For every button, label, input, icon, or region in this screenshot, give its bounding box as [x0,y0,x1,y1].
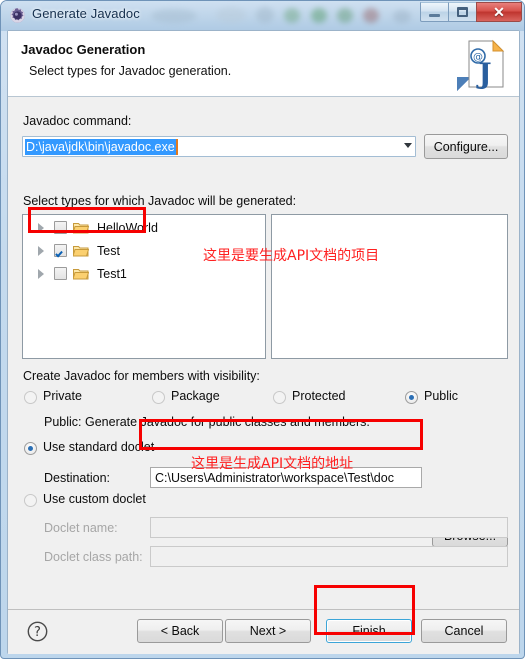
svg-text:J: J [475,57,491,90]
folder-icon [72,221,90,234]
radio-package-label: Package [171,389,220,403]
visibility-label: Create Javadoc for members with visibili… [23,369,260,383]
destination-label: Destination: [44,471,111,485]
radio-protected-label: Protected [292,389,346,403]
radio-public[interactable] [405,391,418,404]
select-types-label: Select types for which Javadoc will be g… [23,194,297,208]
close-button[interactable]: ✕ [476,2,522,22]
radio-private[interactable] [24,391,37,404]
next-button[interactable]: Next > [225,619,311,643]
radio-standard-doclet[interactable] [24,442,37,455]
radio-standard-doclet-label: Use standard doclet [43,440,155,454]
tree-item-helloworld[interactable]: HelloWorld [23,217,267,238]
chevron-down-icon[interactable] [404,143,412,148]
javadoc-page-icon: @ J [455,37,509,91]
cancel-button[interactable]: Cancel [421,619,507,643]
back-button[interactable]: < Back [137,619,223,643]
titlebar: Generate Javadoc ✕ [1,1,524,30]
wizard-banner: Javadoc Generation Select types for Java… [8,31,519,97]
visibility-description: Public: Generate Javadoc for public clas… [44,415,370,429]
expand-arrow-icon[interactable] [35,245,47,256]
radio-package[interactable] [152,391,165,404]
types-members-panel[interactable] [271,214,508,359]
window-controls: ✕ [420,2,522,22]
tree-item-label: Test [97,243,120,258]
radio-public-label: Public [424,389,459,403]
radio-private-label: Private [43,389,82,403]
tree-item-test1[interactable]: Test1 [23,263,267,284]
tree-item-checkbox[interactable] [54,267,67,280]
radio-custom-doclet[interactable] [24,494,37,507]
configure-button[interactable]: Configure... [424,134,508,159]
maximize-button[interactable] [448,2,477,22]
javadoc-gear-icon [9,7,26,24]
generate-javadoc-dialog: Generate Javadoc ✕ Javadoc Generation Se… [0,0,525,659]
wizard-content: Javadoc command: D:\java\jdk\bin\javadoc… [8,98,519,608]
button-bar: ? < Back Next > Finish Cancel [8,610,519,654]
radio-protected[interactable] [273,391,286,404]
dialog-client: Javadoc Generation Select types for Java… [7,30,520,654]
annotation-text-destination: 这里是生成API文档的地址 [191,456,354,472]
svg-text:?: ? [34,625,41,640]
javadoc-command-label: Javadoc command: [23,114,132,128]
tree-item-checkbox[interactable] [54,244,67,257]
doclet-class-path-label: Doclet class path: [44,550,143,564]
javadoc-command-value[interactable]: D:\java\jdk\bin\javadoc.exe [25,139,178,155]
folder-icon [72,244,90,257]
finish-button[interactable]: Finish [326,619,412,643]
window-title: Generate Javadoc [32,6,140,21]
tree-item-label: HelloWorld [97,220,158,235]
page-subtitle: Select types for Javadoc generation. [29,64,232,78]
radio-custom-doclet-label: Use custom doclet [43,492,146,506]
doclet-name-label: Doclet name: [44,521,118,535]
tree-item-checkbox[interactable] [54,221,67,234]
expand-arrow-icon[interactable] [35,222,47,233]
expand-arrow-icon[interactable] [35,268,47,279]
tree-item-label: Test1 [97,266,127,281]
javadoc-command-combo[interactable]: D:\java\jdk\bin\javadoc.exe [22,136,416,157]
folder-icon [72,267,90,280]
types-tree[interactable]: HelloWorld Test Test1 [22,214,266,359]
doclet-name-field[interactable] [150,517,508,538]
minimize-button[interactable] [420,2,449,22]
annotation-text-project: 这里是要生成API文档的项目 [203,248,380,264]
page-title: Javadoc Generation [21,42,146,57]
doclet-class-path-field[interactable] [150,546,508,567]
help-icon[interactable]: ? [27,621,48,642]
